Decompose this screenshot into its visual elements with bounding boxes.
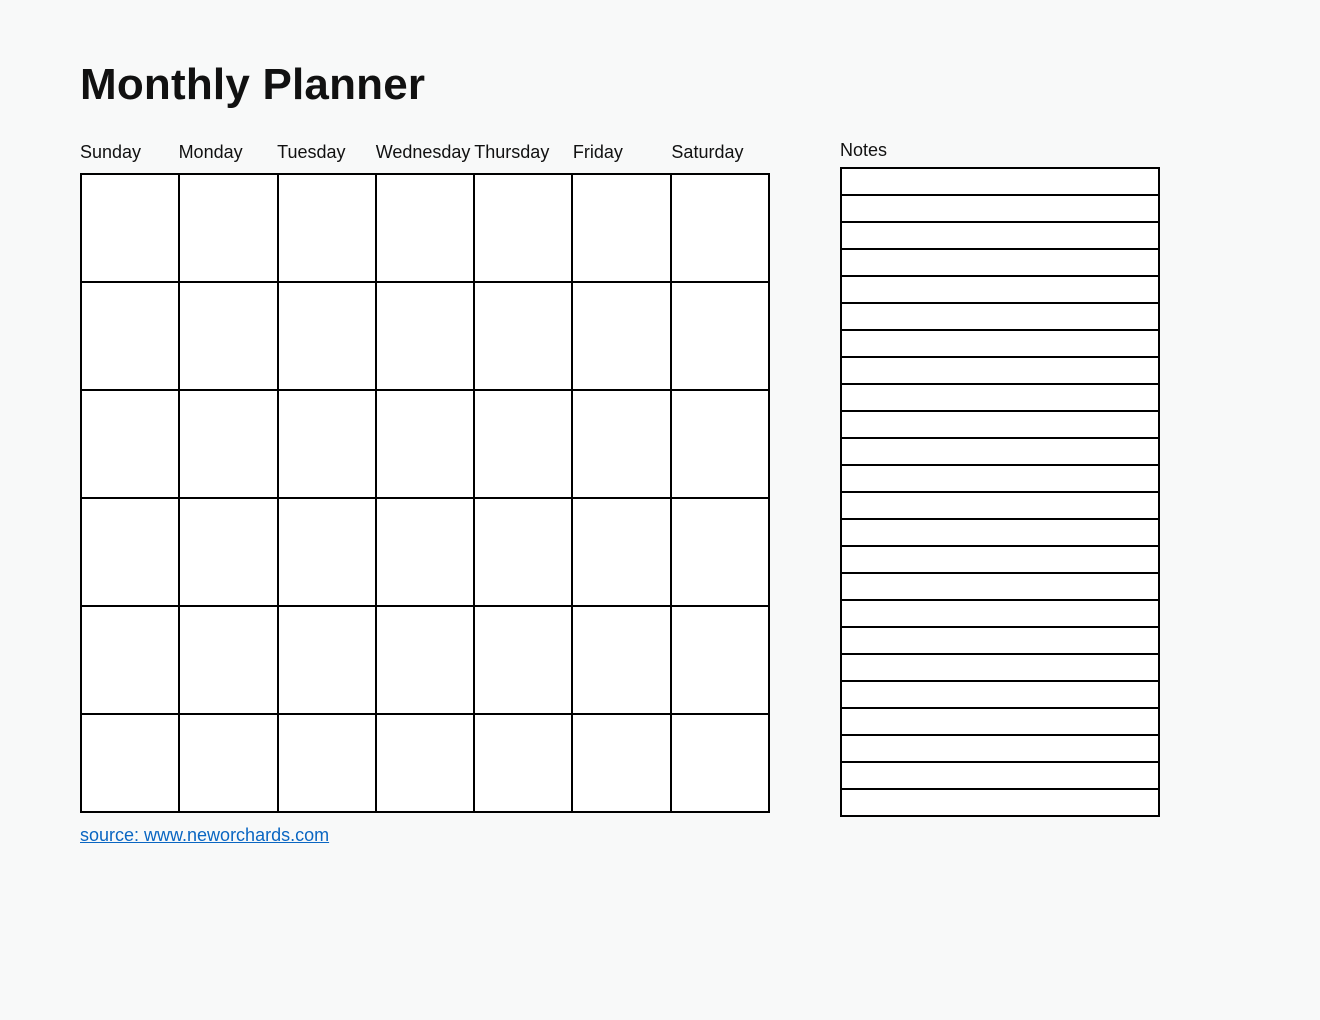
calendar-cell[interactable] xyxy=(672,715,770,813)
calendar-cell[interactable] xyxy=(82,283,180,391)
note-line[interactable] xyxy=(842,304,1158,331)
calendar-cell[interactable] xyxy=(180,175,278,283)
calendar-cell[interactable] xyxy=(180,391,278,499)
calendar-grid xyxy=(80,173,770,813)
calendar-cell[interactable] xyxy=(672,175,770,283)
calendar-cell[interactable] xyxy=(573,499,671,607)
calendar-cell[interactable] xyxy=(475,499,573,607)
note-line[interactable] xyxy=(842,736,1158,763)
calendar-cell[interactable] xyxy=(573,391,671,499)
calendar-row xyxy=(82,607,770,715)
note-line[interactable] xyxy=(842,493,1158,520)
note-line[interactable] xyxy=(842,655,1158,682)
note-line[interactable] xyxy=(842,466,1158,493)
calendar-cell[interactable] xyxy=(180,499,278,607)
calendar-cell[interactable] xyxy=(672,607,770,715)
note-line[interactable] xyxy=(842,277,1158,304)
source-link[interactable]: source: www.neworchards.com xyxy=(80,825,329,845)
calendar-cell[interactable] xyxy=(82,715,180,813)
calendar-cell[interactable] xyxy=(475,283,573,391)
calendar-cell[interactable] xyxy=(573,715,671,813)
day-header-saturday: Saturday xyxy=(671,140,770,167)
note-line[interactable] xyxy=(842,547,1158,574)
note-line[interactable] xyxy=(842,520,1158,547)
calendar-row xyxy=(82,499,770,607)
note-line[interactable] xyxy=(842,601,1158,628)
calendar-cell[interactable] xyxy=(573,283,671,391)
day-headers: Sunday Monday Tuesday Wednesday Thursday… xyxy=(80,140,770,167)
calendar-cell[interactable] xyxy=(279,499,377,607)
calendar-cell[interactable] xyxy=(377,283,475,391)
calendar-cell[interactable] xyxy=(475,607,573,715)
calendar-cell[interactable] xyxy=(475,175,573,283)
calendar-cell[interactable] xyxy=(377,715,475,813)
note-line[interactable] xyxy=(842,358,1158,385)
note-line[interactable] xyxy=(842,412,1158,439)
calendar-cell[interactable] xyxy=(279,391,377,499)
note-line[interactable] xyxy=(842,169,1158,196)
calendar-cell[interactable] xyxy=(82,391,180,499)
notes-panel: Notes xyxy=(840,140,1160,817)
day-header-sunday: Sunday xyxy=(80,140,179,167)
planner-page: Monthly Planner Sunday Monday Tuesday We… xyxy=(0,0,1320,886)
note-line[interactable] xyxy=(842,250,1158,277)
main-layout: Sunday Monday Tuesday Wednesday Thursday… xyxy=(80,140,1240,846)
calendar-cell[interactable] xyxy=(377,175,475,283)
calendar-cell[interactable] xyxy=(377,499,475,607)
calendar-cell[interactable] xyxy=(573,175,671,283)
calendar-cell[interactable] xyxy=(180,607,278,715)
notes-title: Notes xyxy=(840,140,1160,161)
note-line[interactable] xyxy=(842,628,1158,655)
calendar-cell[interactable] xyxy=(279,607,377,715)
day-header-friday: Friday xyxy=(573,140,672,167)
page-title: Monthly Planner xyxy=(80,60,1240,110)
calendar-cell[interactable] xyxy=(377,391,475,499)
day-header-tuesday: Tuesday xyxy=(277,140,376,167)
note-line[interactable] xyxy=(842,223,1158,250)
calendar-row xyxy=(82,715,770,813)
calendar-row xyxy=(82,391,770,499)
calendar-cell[interactable] xyxy=(672,283,770,391)
calendar-cell[interactable] xyxy=(475,391,573,499)
calendar-cell[interactable] xyxy=(672,499,770,607)
calendar-cell[interactable] xyxy=(82,175,180,283)
day-header-wednesday: Wednesday xyxy=(376,140,475,167)
calendar: Sunday Monday Tuesday Wednesday Thursday… xyxy=(80,140,770,846)
calendar-cell[interactable] xyxy=(475,715,573,813)
note-line[interactable] xyxy=(842,439,1158,466)
calendar-cell[interactable] xyxy=(180,283,278,391)
note-line[interactable] xyxy=(842,709,1158,736)
calendar-row xyxy=(82,175,770,283)
note-line[interactable] xyxy=(842,196,1158,223)
calendar-cell[interactable] xyxy=(82,607,180,715)
note-line[interactable] xyxy=(842,331,1158,358)
note-line[interactable] xyxy=(842,574,1158,601)
calendar-cell[interactable] xyxy=(672,391,770,499)
source-line: source: www.neworchards.com xyxy=(80,825,770,846)
note-line[interactable] xyxy=(842,790,1158,817)
calendar-cell[interactable] xyxy=(82,499,180,607)
calendar-cell[interactable] xyxy=(180,715,278,813)
calendar-cell[interactable] xyxy=(279,283,377,391)
note-line[interactable] xyxy=(842,763,1158,790)
notes-box xyxy=(840,167,1160,817)
calendar-row xyxy=(82,283,770,391)
note-line[interactable] xyxy=(842,385,1158,412)
day-header-monday: Monday xyxy=(179,140,278,167)
note-line[interactable] xyxy=(842,682,1158,709)
calendar-cell[interactable] xyxy=(279,175,377,283)
calendar-cell[interactable] xyxy=(279,715,377,813)
calendar-cell[interactable] xyxy=(573,607,671,715)
calendar-cell[interactable] xyxy=(377,607,475,715)
day-header-thursday: Thursday xyxy=(474,140,573,167)
